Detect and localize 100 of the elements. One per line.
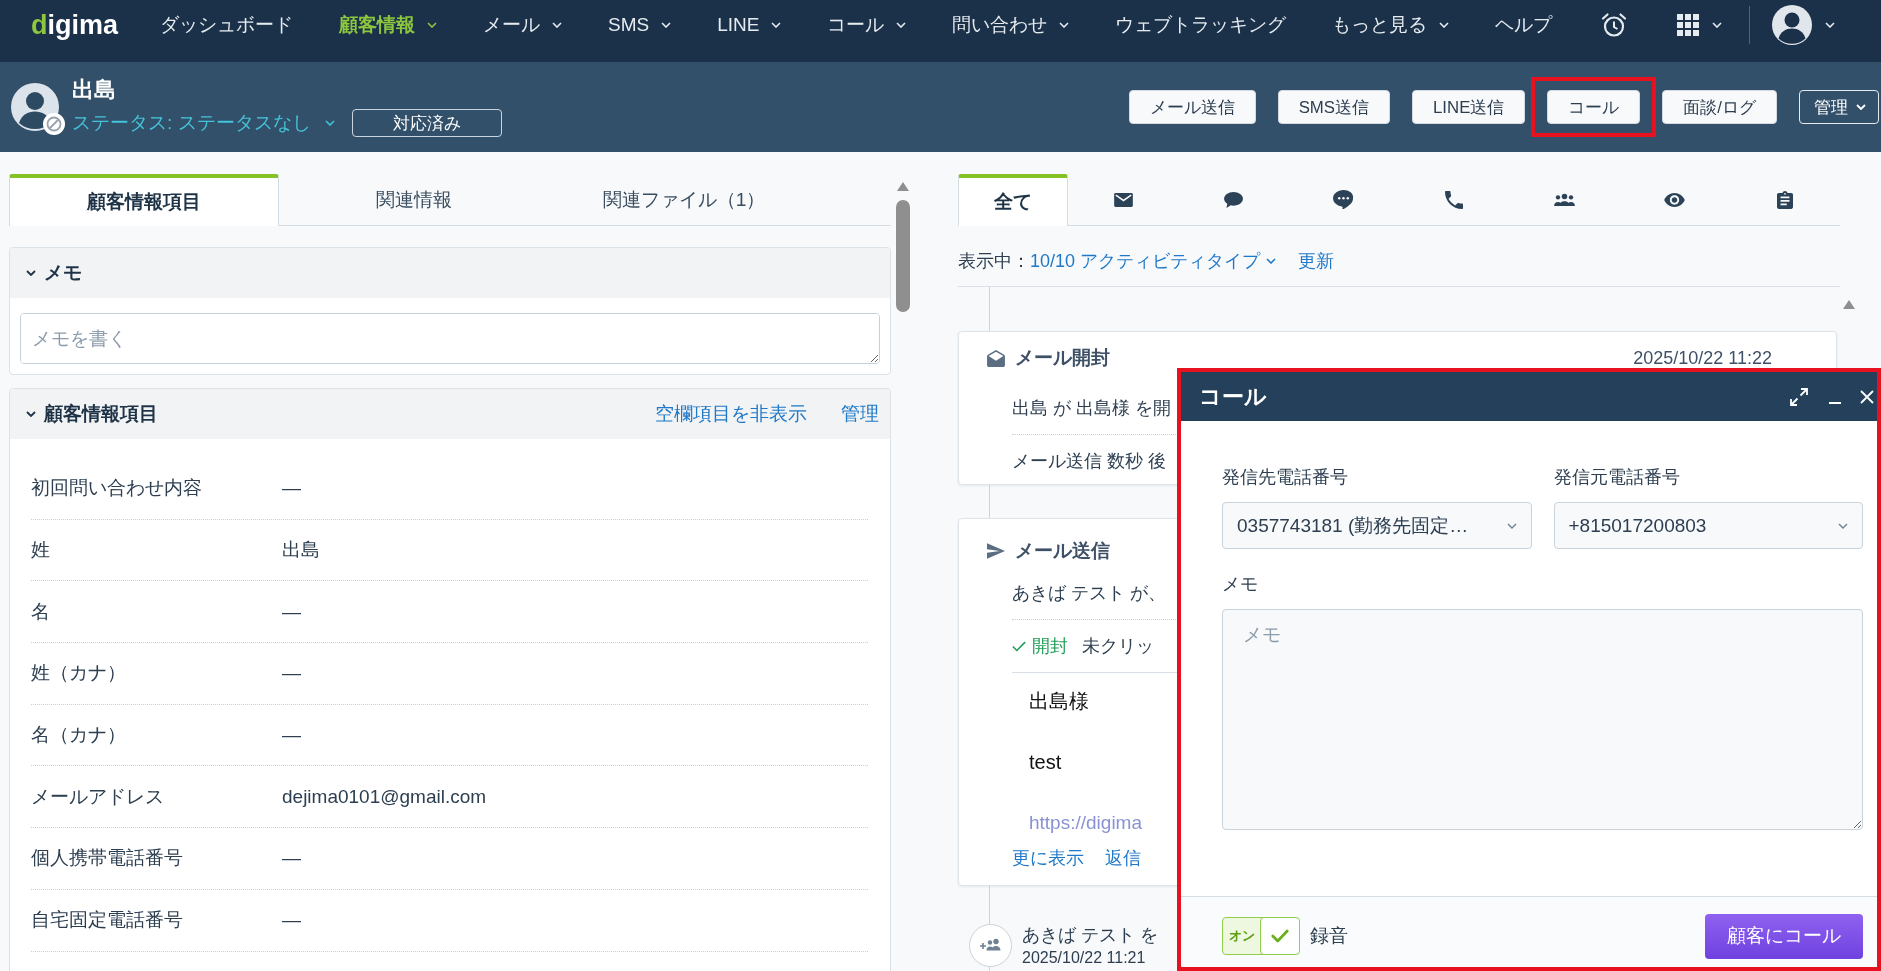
nav-menu-item[interactable]: 顧客情報 [339, 13, 438, 37]
section-title: メモ [44, 261, 82, 285]
nav-menu-item[interactable]: ウェブトラッキング [1115, 13, 1287, 37]
expand-icon[interactable] [1790, 387, 1808, 406]
tab[interactable]: 関連情報 [279, 174, 549, 225]
nav-menu-item[interactable]: LINE [717, 13, 782, 37]
chat-bubble-icon [1224, 191, 1244, 208]
nav-menu-item[interactable]: コール [827, 13, 907, 37]
status-dropdown[interactable]: ステータス: ステータスなし [72, 111, 335, 135]
field-label: メモ [1222, 573, 1258, 596]
status-button[interactable]: 対応済み [351, 109, 502, 137]
field-label: メールアドレス [31, 784, 165, 809]
activity-title: メール送信 [1015, 539, 1110, 563]
scroll-up-icon[interactable] [897, 182, 909, 191]
check-icon [1012, 640, 1026, 652]
chevron-down-icon [427, 22, 438, 28]
refresh-link[interactable]: 更新 [1298, 249, 1335, 273]
field-value: — [282, 724, 301, 747]
dialog-title: コール [1199, 383, 1267, 411]
nav-menu-item[interactable]: 問い合わせ [952, 13, 1070, 37]
nav-menu-item[interactable]: ヘルプ [1495, 13, 1553, 37]
add-group-icon [969, 924, 1012, 967]
chevron-down-icon [552, 22, 563, 28]
chevron-down-icon [1266, 258, 1277, 264]
chevron-down-icon [1506, 522, 1517, 529]
activity-time: 2025/10/22 11:22 [1633, 347, 1772, 369]
header-link[interactable]: 空欄項目を非表示 [655, 401, 807, 427]
phone-number-select[interactable]: +815017200803 [1553, 502, 1863, 549]
tab[interactable]: 全て [958, 174, 1069, 226]
memo-input[interactable]: メモ [1222, 609, 1863, 830]
alarm-clock-icon[interactable] [1601, 12, 1628, 38]
scroll-up-icon[interactable] [1843, 300, 1855, 309]
action-button[interactable]: コール [1547, 90, 1641, 124]
logo[interactable]: digima [31, 11, 119, 39]
section-title: 顧客情報項目 [44, 402, 158, 426]
nav-menu-item[interactable]: メール [483, 13, 563, 37]
apps-menu-button[interactable] [1677, 14, 1723, 36]
chevron-down-icon [1439, 22, 1450, 28]
field-label: 個人携帯電話番号 [31, 846, 184, 871]
activity-text: 出島 が 出島様 を開 [1012, 397, 1171, 420]
avatar-icon [11, 83, 59, 131]
call-button[interactable]: 顧客にコール [1705, 913, 1863, 959]
chevron-down-icon [324, 120, 335, 126]
chevron-down-icon [1838, 522, 1848, 529]
field-value: — [282, 847, 301, 870]
opened-status: 開封 [1032, 635, 1068, 658]
action-button[interactable]: 面談/ログ [1662, 90, 1777, 124]
nav-menu-item[interactable]: SMS [608, 13, 672, 37]
phone-number-select[interactable]: 0357743181 (勤務先固定… [1222, 502, 1532, 549]
toggle-label: 録音 [1310, 924, 1348, 948]
avatar-icon [1772, 5, 1813, 45]
field-value: — [282, 600, 301, 623]
group-icon [1553, 193, 1575, 206]
activity-text: メール送信 数秒 後 [1012, 450, 1166, 473]
paper-plane-icon [987, 543, 1005, 559]
chevron-down-icon [1059, 22, 1070, 28]
grid-icon [1677, 14, 1700, 36]
field-label: 姓 [31, 538, 51, 563]
user-menu-button[interactable] [1772, 5, 1836, 45]
chevron-down-icon [1825, 22, 1836, 28]
field-label: 名（カナ） [31, 723, 127, 748]
activity-link[interactable]: 更に表示 [1012, 845, 1084, 871]
field-label: 自宅固定電話番号 [31, 908, 184, 933]
speech-bubble-icon [1333, 190, 1355, 209]
close-icon[interactable] [1860, 389, 1874, 404]
clipboard-icon [1776, 190, 1793, 209]
header-link[interactable]: 管理 [841, 401, 879, 427]
field-value: 出島 [282, 538, 320, 563]
email-body-text: test [1029, 750, 1062, 775]
nav-menu-item[interactable]: ダッシュボード [160, 13, 294, 37]
field-label: 姓（カナ） [31, 661, 127, 686]
chevron-down-icon [1712, 22, 1723, 28]
action-button[interactable]: SMS送信 [1277, 90, 1390, 124]
chevron-down-icon [1856, 104, 1866, 110]
memo-input[interactable]: メモを書く [20, 313, 880, 364]
chevron-down-icon [896, 22, 907, 28]
envelope-icon [1113, 192, 1133, 207]
tab[interactable]: 関連ファイル（1） [549, 174, 819, 225]
activity-time: 2025/10/22 11:21 [1022, 948, 1147, 968]
field-label: 名 [31, 599, 51, 624]
scrollbar-thumb[interactable] [896, 200, 910, 312]
activity-text: あきば テスト を [1022, 924, 1158, 946]
nav-menu-item[interactable]: もっと見る [1332, 13, 1450, 37]
field-value: — [282, 477, 301, 500]
field-value: dejima0101@gmail.com [282, 785, 487, 808]
activity-link[interactable]: 返信 [1105, 845, 1141, 871]
activity-type-dropdown[interactable]: 10/10 アクティビティタイプ [1030, 249, 1277, 273]
minimize-icon[interactable] [1829, 401, 1841, 404]
tab[interactable]: 顧客情報項目 [9, 174, 279, 226]
action-button[interactable]: メール送信 [1128, 90, 1256, 124]
chevron-down-icon [661, 22, 672, 28]
chevron-down-icon[interactable] [26, 411, 36, 417]
phone-icon [1445, 190, 1464, 209]
menu-button[interactable]: 管理 [1799, 90, 1879, 124]
chevron-down-icon [771, 22, 782, 28]
action-button[interactable]: LINE送信 [1412, 90, 1526, 124]
field-label: 初回問い合わせ内容 [31, 476, 203, 501]
field-label: 発信元電話番号 [1553, 466, 1680, 489]
chevron-down-icon[interactable] [26, 270, 36, 276]
record-name: 出島 [72, 77, 117, 103]
